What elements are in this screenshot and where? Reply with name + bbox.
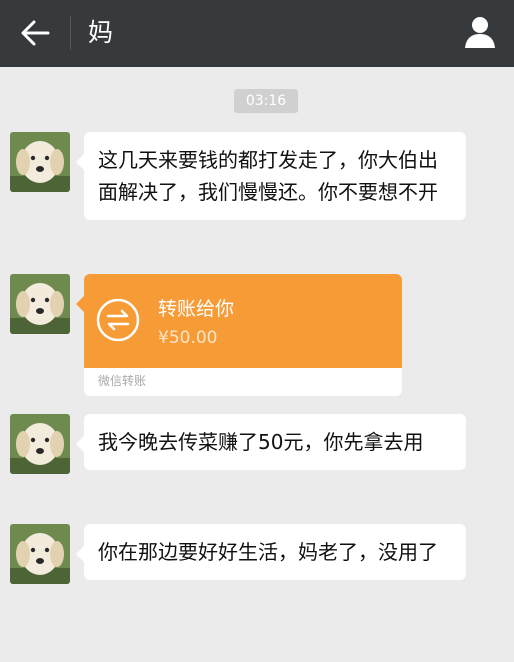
message-bubble[interactable]: 我今晚去传菜赚了50元，你先拿去用 <box>76 414 466 470</box>
message-timestamp: 03:16 <box>234 89 298 113</box>
message-text: 你在那边要好好生活，妈老了，没用了 <box>98 540 438 564</box>
title-divider <box>70 16 71 50</box>
message-bubble[interactable]: 你在那边要好好生活，妈老了，没用了 <box>76 524 466 580</box>
back-button[interactable] <box>18 16 52 50</box>
dog-avatar-icon <box>10 274 70 334</box>
transfer-arrows-icon <box>96 298 140 342</box>
contact-avatar[interactable] <box>10 414 70 474</box>
contact-avatar[interactable] <box>10 132 70 192</box>
profile-button[interactable] <box>462 14 498 50</box>
message-bubble[interactable]: 这几天来要钱的都打发走了，你大伯出面解决了，我们慢慢还。你不要想不开 <box>76 132 466 220</box>
transfer-footer: 微信转账 <box>98 374 147 388</box>
top-bar: 妈 <box>0 0 514 67</box>
dog-avatar-icon <box>10 132 70 192</box>
transfer-label: 转账给你 <box>158 298 235 320</box>
dog-avatar-icon <box>10 524 70 584</box>
transfer-card[interactable]: 转账给你 ¥50.00 微信转账 <box>84 274 402 396</box>
message-text: 我今晚去传菜赚了50元，你先拿去用 <box>98 430 424 454</box>
transfer-caret <box>76 296 84 312</box>
transfer-card-header: 转账给你 ¥50.00 <box>84 274 402 368</box>
person-icon <box>465 17 495 48</box>
contact-avatar[interactable] <box>10 274 70 334</box>
message-text: 这几天来要钱的都打发走了，你大伯出面解决了，我们慢慢还。你不要想不开 <box>98 148 438 204</box>
transfer-amount: ¥50.00 <box>158 328 218 348</box>
arrow-left-icon <box>21 20 50 46</box>
contact-avatar[interactable] <box>10 524 70 584</box>
chat-title: 妈 <box>88 18 114 47</box>
dog-avatar-icon <box>10 414 70 474</box>
